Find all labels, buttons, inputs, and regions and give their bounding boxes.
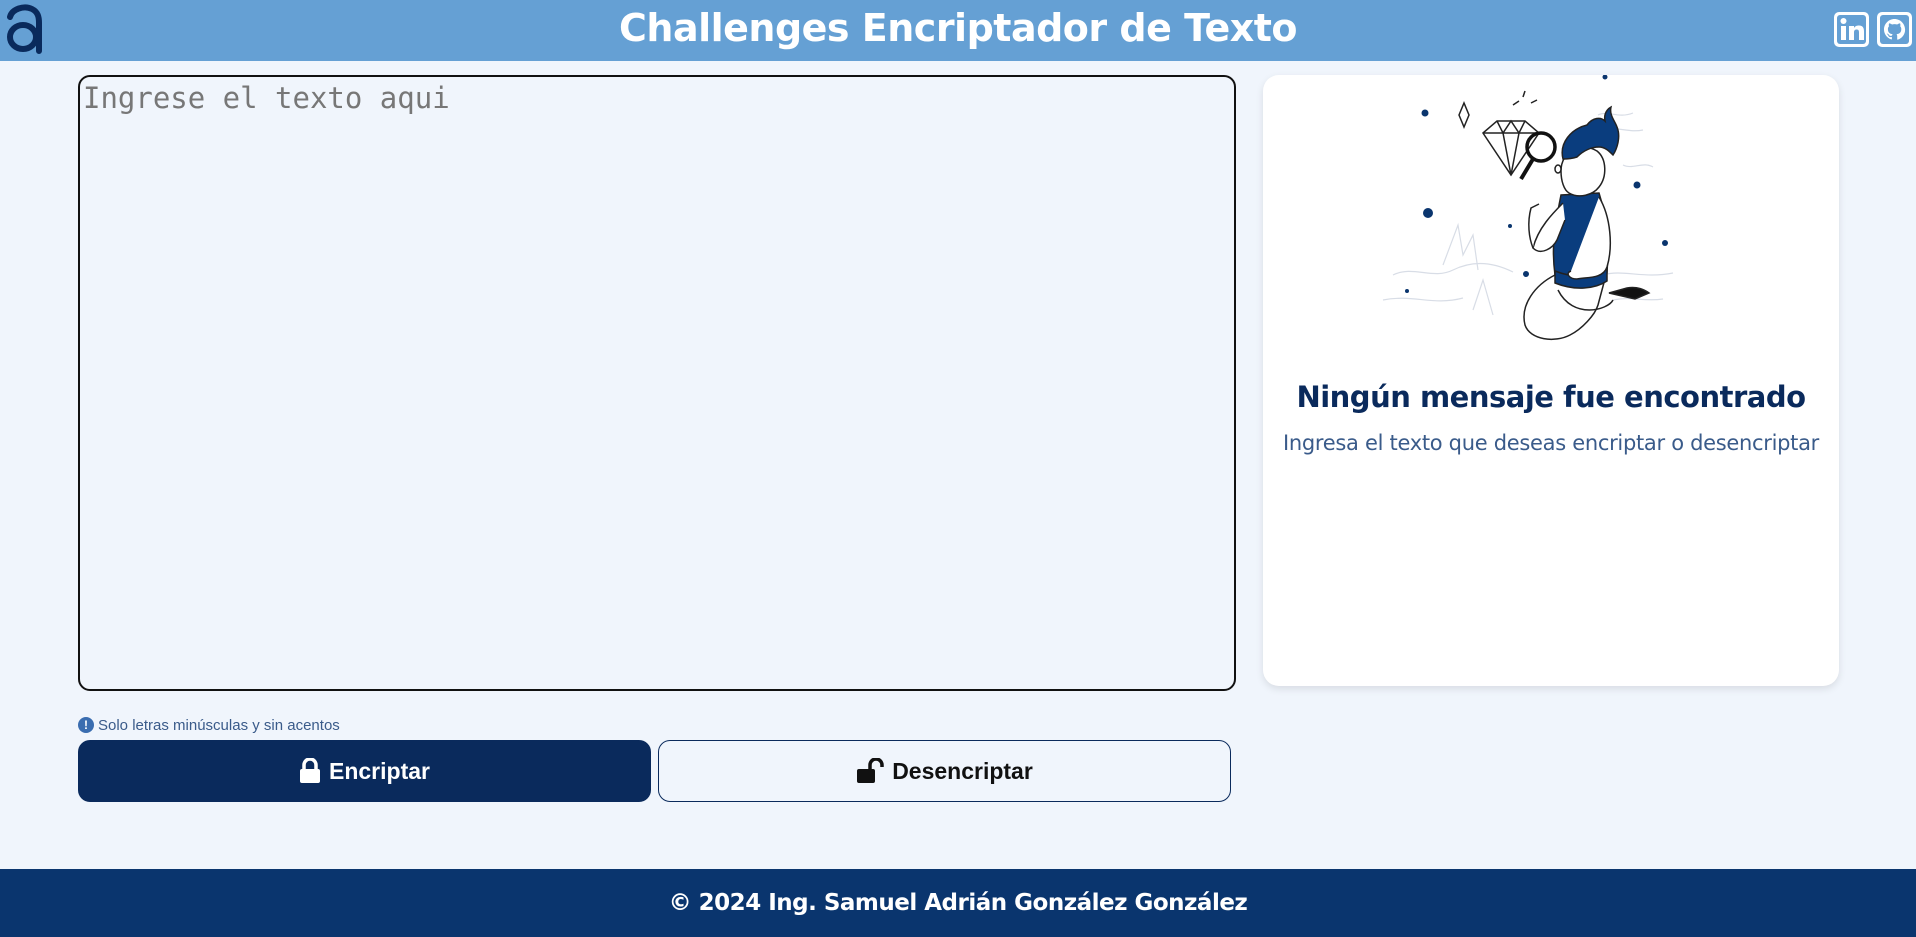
searching-person-illustration	[1382, 75, 1674, 341]
result-subtitle: Ingresa el texto que deseas encriptar o …	[1282, 431, 1820, 455]
result-title: Ningún mensaje fue encontrado	[1296, 380, 1806, 414]
encrypt-button[interactable]: Encriptar	[78, 740, 651, 802]
unlock-icon	[857, 758, 884, 783]
text-input[interactable]	[80, 77, 1234, 689]
input-hint: ! Solo letras minúsculas y sin acentos	[78, 715, 340, 735]
input-hint-text: Solo letras minúsculas y sin acentos	[98, 716, 340, 734]
app-footer: © 2024 Ing. Samuel Adrián González Gonzá…	[0, 869, 1916, 937]
linkedin-icon[interactable]	[1833, 11, 1870, 48]
github-icon[interactable]	[1876, 11, 1913, 48]
footer-copyright: © 2024 Ing. Samuel Adrián González Gonzá…	[668, 890, 1248, 916]
decrypt-button-label: Desencriptar	[892, 757, 1033, 784]
app-title: Challenges Encriptador de Texto	[619, 6, 1298, 50]
text-input-container	[78, 75, 1236, 691]
encrypt-button-label: Encriptar	[329, 757, 430, 784]
exclamation-circle-icon: !	[78, 717, 94, 733]
decrypt-button[interactable]: Desencriptar	[658, 740, 1231, 802]
app-header: Challenges Encriptador de Texto	[0, 0, 1916, 61]
lock-icon	[300, 758, 320, 783]
result-panel: Ningún mensaje fue encontrado Ingresa el…	[1263, 75, 1839, 686]
